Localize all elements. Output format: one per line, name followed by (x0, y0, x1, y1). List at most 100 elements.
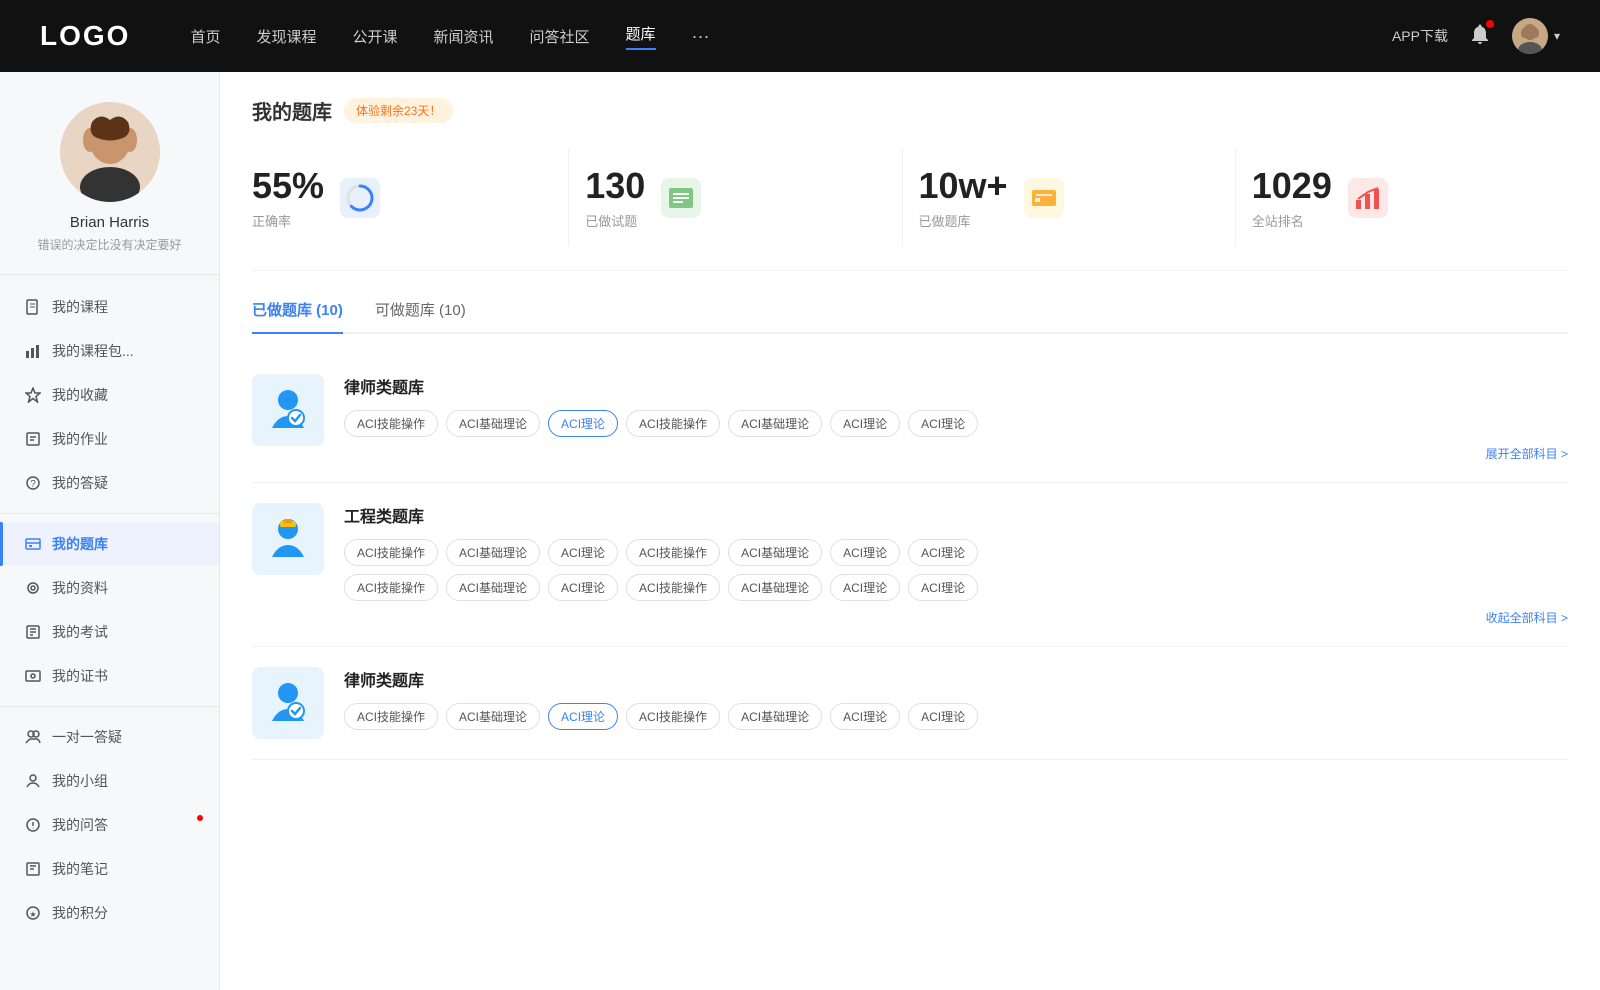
nav-news[interactable]: 新闻资讯 (434, 26, 494, 47)
bank-tag[interactable]: ACI基础理论 (728, 410, 822, 437)
bank-tag[interactable]: ACI理论 (908, 410, 978, 437)
bank-tag[interactable]: ACI理论 (830, 703, 900, 730)
app-download-button[interactable]: APP下载 (1392, 26, 1448, 46)
sidebar-item-material[interactable]: 我的资料 (0, 566, 219, 610)
sidebar-item-label: 我的笔记 (52, 859, 108, 879)
trial-badge: 体验剩余23天！ (344, 98, 453, 123)
stat-value-ranking: 1029 (1252, 165, 1332, 207)
bank-tag[interactable]: ACI理论 (908, 574, 978, 601)
bank-tag[interactable]: ACI技能操作 (344, 539, 438, 566)
stat-label-ranking: 全站排名 (1252, 211, 1332, 230)
bank-item-lawyer-1: 律师类题库 ACI技能操作 ACI基础理论 ACI理论 ACI技能操作 ACI基… (252, 354, 1568, 483)
bank-tag[interactable]: ACI理论 (830, 539, 900, 566)
bank-tag[interactable]: ACI技能操作 (626, 539, 720, 566)
bank-tag[interactable]: ACI理论 (548, 574, 618, 601)
bank-tag[interactable]: ACI技能操作 (626, 703, 720, 730)
bank-tag[interactable]: ACI理论 (908, 539, 978, 566)
bank-item-lawyer-2: 律师类题库 ACI技能操作 ACI基础理论 ACI理论 ACI技能操作 ACI基… (252, 647, 1568, 760)
nav: 首页 发现课程 公开课 新闻资讯 问答社区 题库 ··· (190, 23, 1352, 50)
note-icon (24, 860, 42, 878)
sidebar-item-label: 我的课程包... (52, 341, 134, 361)
nav-discover[interactable]: 发现课程 (256, 26, 316, 47)
chart-icon (24, 342, 42, 360)
bank-tag[interactable]: ACI理论 (908, 703, 978, 730)
bank-tag-active[interactable]: ACI理论 (548, 410, 618, 437)
bank-tag[interactable]: ACI基础理论 (728, 574, 822, 601)
collapse-link-2[interactable]: 收起全部科目 > (344, 609, 1568, 626)
bank-tag[interactable]: ACI理论 (548, 539, 618, 566)
stat-value-banks: 10w+ (919, 165, 1008, 207)
nav-more[interactable]: ··· (692, 26, 710, 47)
bank-tag-active[interactable]: ACI理论 (548, 703, 618, 730)
bank-tag[interactable]: ACI技能操作 (626, 410, 720, 437)
bank-tag[interactable]: ACI基础理论 (446, 703, 540, 730)
sidebar-item-note[interactable]: 我的笔记 (0, 847, 219, 891)
document-icon (24, 298, 42, 316)
stat-value-accuracy: 55% (252, 165, 324, 207)
sidebar-item-course-package[interactable]: 我的课程包... (0, 329, 219, 373)
stat-done-questions: 130 已做试题 (569, 149, 902, 246)
stats-row: 55% 正确率 130 已做试题 (252, 149, 1568, 271)
sidebar-item-score[interactable]: ★ 我的积分 (0, 891, 219, 935)
bank-title-1: 律师类题库 (344, 374, 1568, 398)
sidebar-item-favorites[interactable]: 我的收藏 (0, 373, 219, 417)
stat-label-banks: 已做题库 (919, 211, 1008, 230)
sidebar-item-label: 我的作业 (52, 429, 108, 449)
logo: LOGO (40, 20, 130, 52)
bank-tag[interactable]: ACI技能操作 (344, 703, 438, 730)
sidebar-item-cert[interactable]: 我的证书 (0, 654, 219, 698)
main-container: Brian Harris 错误的决定比没有决定要好 我的课程 我的课程包... (0, 72, 1600, 990)
bank-tag[interactable]: ACI技能操作 (344, 410, 438, 437)
profile-name: Brian Harris (70, 214, 149, 231)
nav-home[interactable]: 首页 (190, 26, 220, 47)
bank-tag[interactable]: ACI理论 (830, 410, 900, 437)
engineer-bank-icon (252, 503, 324, 575)
bank-content-3: 律师类题库 ACI技能操作 ACI基础理论 ACI理论 ACI技能操作 ACI基… (344, 667, 1568, 730)
done-questions-icon (661, 178, 701, 218)
sidebar-item-exam[interactable]: 我的考试 (0, 610, 219, 654)
notification-bell[interactable] (1468, 22, 1492, 51)
sidebar-item-label: 我的资料 (52, 578, 108, 598)
sidebar-item-label: 我的小组 (52, 771, 108, 791)
sidebar-item-answer[interactable]: ? 我的答疑 (0, 461, 219, 505)
sidebar-item-label: 我的问答 (52, 815, 108, 835)
main-content: 我的题库 体验剩余23天！ 55% 正确率 130 (220, 72, 1600, 990)
bank-item-engineer: 工程类题库 ACI技能操作 ACI基础理论 ACI理论 ACI技能操作 ACI基… (252, 483, 1568, 647)
sidebar-item-homework[interactable]: 我的作业 (0, 417, 219, 461)
bank-tag[interactable]: ACI基础理论 (728, 703, 822, 730)
sidebar-item-bank[interactable]: 我的题库 (0, 522, 219, 566)
tab-available[interactable]: 可做题库 (10) (375, 299, 466, 332)
bank-tag[interactable]: ACI基础理论 (446, 574, 540, 601)
stat-done-banks: 10w+ 已做题库 (903, 149, 1236, 246)
bank-content-1: 律师类题库 ACI技能操作 ACI基础理论 ACI理论 ACI技能操作 ACI基… (344, 374, 1568, 462)
sidebar-item-label: 我的答疑 (52, 473, 108, 493)
profile-section: Brian Harris 错误的决定比没有决定要好 (0, 72, 219, 275)
divider1 (0, 513, 219, 514)
lawyer-bank-icon-2 (252, 667, 324, 739)
bank-tag[interactable]: ACI基础理论 (446, 410, 540, 437)
bank-tag[interactable]: ACI技能操作 (626, 574, 720, 601)
cert-icon (24, 667, 42, 685)
ranking-icon (1348, 178, 1388, 218)
bank-tag[interactable]: ACI基础理论 (728, 539, 822, 566)
user-avatar-wrapper[interactable]: ▾ (1512, 18, 1560, 54)
nav-bank[interactable]: 题库 (626, 23, 656, 50)
bank-tags-2-row2: ACI技能操作 ACI基础理论 ACI理论 ACI技能操作 ACI基础理论 AC… (344, 574, 1568, 601)
bank-tag[interactable]: ACI技能操作 (344, 574, 438, 601)
page-title: 我的题库 (252, 96, 332, 125)
sidebar-item-course[interactable]: 我的课程 (0, 285, 219, 329)
sidebar-item-my-qa[interactable]: 我的问答 (0, 803, 219, 847)
nav-qa[interactable]: 问答社区 (530, 26, 590, 47)
nav-open-course[interactable]: 公开课 (352, 26, 397, 47)
page-header: 我的题库 体验剩余23天！ (252, 96, 1568, 125)
sidebar-item-label: 我的收藏 (52, 385, 108, 405)
one-icon (24, 728, 42, 746)
expand-link-1[interactable]: 展开全部科目 > (344, 445, 1568, 462)
profile-motto: 错误的决定比没有决定要好 (37, 237, 181, 254)
bank-tag[interactable]: ACI理论 (830, 574, 900, 601)
sidebar-menu: 我的课程 我的课程包... 我的收藏 我的作业 (0, 275, 219, 945)
sidebar-item-group[interactable]: 我的小组 (0, 759, 219, 803)
tab-done[interactable]: 已做题库 (10) (252, 299, 343, 332)
bank-tag[interactable]: ACI基础理论 (446, 539, 540, 566)
sidebar-item-one-on-one[interactable]: 一对一答疑 (0, 715, 219, 759)
